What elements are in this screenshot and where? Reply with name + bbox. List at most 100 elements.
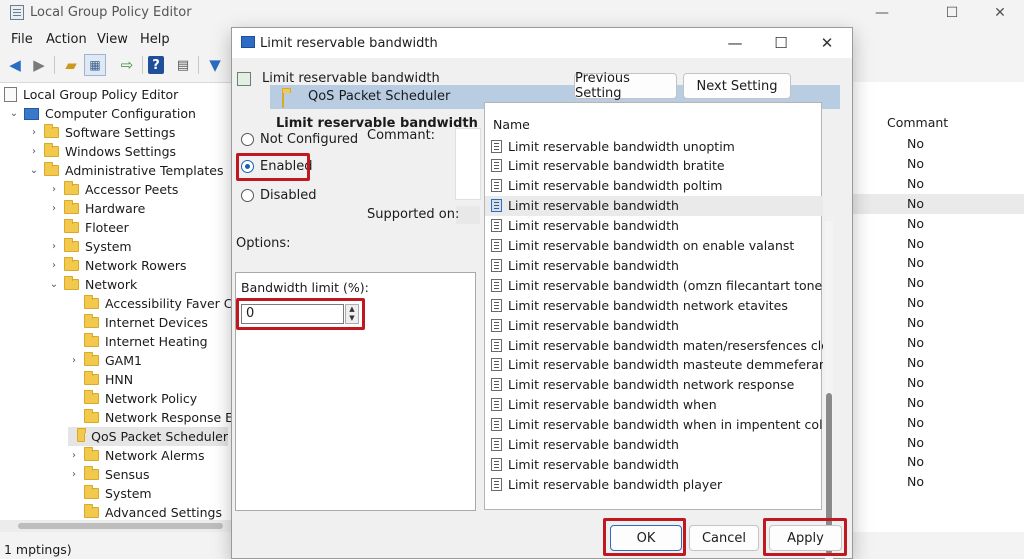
close-button[interactable]: ✕ [978, 0, 1022, 26]
radio-disabled[interactable]: Disabled [241, 188, 316, 203]
list-row[interactable]: No [853, 433, 1024, 453]
previous-setting-button[interactable]: Previous Setting [574, 71, 677, 101]
chevron-down-icon[interactable]: ⌄ [48, 279, 60, 290]
list-row[interactable]: No [853, 353, 1024, 373]
list-row[interactable]: No [853, 393, 1024, 413]
tree-item-gam1[interactable]: › GAM1 [68, 351, 142, 370]
list-item[interactable]: Limit reservable bandwidth on enable val… [485, 236, 823, 256]
list-item[interactable]: Limit reservable bandwidth unoptim [485, 136, 823, 156]
tree-item-network-rowers[interactable]: › Network Rowers [48, 256, 187, 275]
list-item[interactable]: Limit reservable bandwidth network etavi… [485, 295, 823, 315]
filter-icon[interactable]: ▼ [204, 54, 226, 76]
list-row[interactable]: No [853, 134, 1024, 154]
list-item[interactable]: Limit reservable bandwidth (omzn filecan… [485, 275, 823, 295]
tree-item-software-settings[interactable]: › Software Settings [28, 123, 175, 142]
properties-icon[interactable]: ▤ [172, 54, 194, 76]
up-folder-icon[interactable]: ▰ [60, 54, 82, 76]
tree-item-windows-settings[interactable]: › Windows Settings [28, 142, 176, 161]
dialog-maximize-button[interactable]: ☐ [758, 28, 804, 58]
chevron-right-icon[interactable]: › [68, 450, 80, 461]
list-row[interactable]: No [853, 313, 1024, 333]
tree-item-network-response[interactable]: Network Response Eox [68, 408, 248, 427]
tree-item-hnn[interactable]: HNN [68, 370, 133, 389]
list-row[interactable]: No [853, 413, 1024, 433]
list-row[interactable]: No [853, 333, 1024, 353]
chevron-down-icon[interactable]: ⌄ [8, 108, 20, 119]
radio-button[interactable] [241, 133, 254, 146]
column-header-comment[interactable]: Commant [887, 115, 948, 130]
chevron-down-icon[interactable]: ⌄ [28, 165, 40, 176]
list-row[interactable]: No [853, 174, 1024, 194]
minimize-button[interactable]: — [860, 0, 904, 26]
menu-view[interactable]: View [97, 32, 128, 47]
show-hide-tree-icon[interactable]: ▦ [84, 54, 106, 76]
list-row[interactable]: No [853, 154, 1024, 174]
chevron-right-icon[interactable]: › [48, 260, 60, 271]
tree-item-network[interactable]: ⌄ Network [48, 275, 137, 294]
chevron-right-icon[interactable]: › [48, 241, 60, 252]
chevron-right-icon[interactable]: › [68, 355, 80, 366]
tree-item-administrative-templates[interactable]: ⌄ Administrative Templates [28, 161, 224, 180]
list-item[interactable]: Limit reservable bandwidth [485, 435, 823, 455]
tree-item-system[interactable]: › System [48, 237, 132, 256]
tree-item-internet-devices[interactable]: Internet Devices [68, 313, 208, 332]
list-column-name[interactable]: Name [493, 117, 530, 132]
tree-computer-configuration[interactable]: ⌄ Computer Configuration [8, 104, 196, 123]
radio-button[interactable] [241, 189, 254, 202]
list-item[interactable]: Limit reservable bandwidth player [485, 474, 823, 494]
list-item[interactable]: Limit reservable bandwidth poltim [485, 176, 823, 196]
next-setting-button[interactable]: Next Setting [683, 73, 791, 99]
chevron-right-icon[interactable]: › [28, 146, 40, 157]
tree-item-sensus[interactable]: › Sensus [68, 465, 150, 484]
list-item[interactable]: Limit reservable bandwidth [485, 454, 823, 474]
list-item[interactable]: Limit reservable bandwidth bratite [485, 156, 823, 176]
tree-item-internet-heating[interactable]: Internet Heating [68, 332, 208, 351]
menu-help[interactable]: Help [140, 32, 170, 47]
dialog-minimize-button[interactable]: — [712, 28, 758, 58]
list-item[interactable]: Limit reservable bandwidth [485, 216, 823, 236]
scrollbar-thumb[interactable] [18, 523, 223, 529]
list-row[interactable]: No [853, 293, 1024, 313]
list-row[interactable]: No [853, 373, 1024, 393]
chevron-right-icon[interactable]: › [48, 184, 60, 195]
maximize-button[interactable]: ☐ [930, 0, 974, 26]
back-arrow-icon[interactable]: ◀ [4, 54, 26, 76]
list-row[interactable]: No [853, 452, 1024, 472]
tree-item-network-alerms[interactable]: › Network Alerms [68, 446, 205, 465]
tree-item-hardware[interactable]: › Hardware [48, 199, 145, 218]
tree-item-qos-packet-scheduler[interactable]: QoS Packet Scheduler [68, 427, 228, 446]
export-list-icon[interactable]: ⇨ [116, 54, 138, 76]
list-item[interactable]: Limit reservable bandwidth network respo… [485, 375, 823, 395]
chevron-right-icon[interactable]: › [48, 203, 60, 214]
radio-not-configured[interactable]: Not Configured [241, 132, 358, 147]
list-row[interactable]: No [853, 193, 1024, 214]
tree-item-network-policy[interactable]: Network Policy [68, 389, 197, 408]
list-item[interactable]: Limit reservable bandwidth masteute demm… [485, 355, 823, 375]
chevron-right-icon[interactable]: › [68, 469, 80, 480]
tree-item-accessor-peets[interactable]: › Accessor Peets [48, 180, 178, 199]
cancel-button[interactable]: Cancel [689, 525, 759, 551]
tree-item-floteer[interactable]: Floteer [48, 218, 129, 237]
tree-item-system-2[interactable]: System [68, 484, 152, 503]
menu-file[interactable]: File [11, 32, 33, 47]
list-vertical-scrollbar[interactable] [825, 221, 833, 559]
dialog-close-button[interactable]: ✕ [804, 28, 850, 58]
help-icon[interactable]: ? [148, 56, 164, 74]
tree-item-accessibility[interactable]: Accessibility Faver Conf [68, 294, 253, 313]
list-item[interactable]: Limit reservable bandwidth maten/resersf… [485, 335, 823, 355]
menu-action[interactable]: Action [46, 32, 87, 47]
list-item[interactable]: Limit reservable bandwidth [485, 195, 823, 216]
list-item[interactable]: Limit reservable bandwidth [485, 315, 823, 335]
list-row[interactable]: No [853, 472, 1024, 492]
list-row[interactable]: No [853, 234, 1024, 254]
list-item[interactable]: Limit reservable bandwidth when in impen… [485, 415, 823, 435]
chevron-right-icon[interactable]: › [28, 127, 40, 138]
forward-arrow-icon[interactable]: ▶ [28, 54, 50, 76]
list-item[interactable]: Limit reservable bandwidth [485, 255, 823, 275]
list-row[interactable]: No [853, 253, 1024, 273]
list-row[interactable]: No [853, 273, 1024, 293]
list-item[interactable]: Limit reservable bandwidth when [485, 395, 823, 415]
tree-horizontal-scrollbar[interactable] [0, 520, 232, 532]
tree-root[interactable]: Local Group Policy Editor [4, 85, 178, 104]
list-row[interactable]: No [853, 214, 1024, 234]
